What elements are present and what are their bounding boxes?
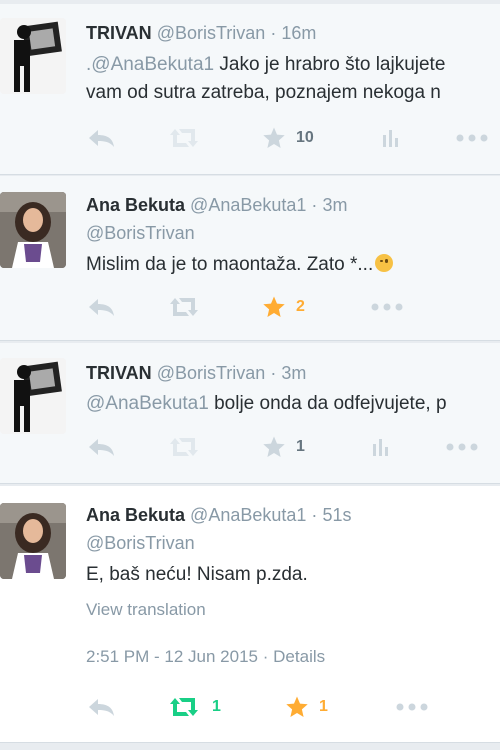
separator: · <box>270 363 277 383</box>
tweet-actions: 1 <box>0 432 500 462</box>
retweet-button[interactable] <box>166 123 202 153</box>
reply-button[interactable] <box>86 123 116 153</box>
tweet-meta: 2:51 PM - 12 Jun 2015 · Details <box>86 647 325 667</box>
more-icon <box>396 703 428 711</box>
retweet-count: 1 <box>212 698 221 715</box>
favorite-count: 1 <box>319 698 328 715</box>
avatar[interactable] <box>0 503 66 579</box>
details-link[interactable]: Details <box>273 647 325 666</box>
tweet-actions: 10 <box>0 123 500 153</box>
timeline: TRIVAN @BorisTrivan · 16m .@AnaBekuta1 J… <box>0 0 500 750</box>
more-icon <box>371 303 403 311</box>
mention-link[interactable]: @AnaBekuta1 <box>91 54 214 75</box>
mention-link[interactable]: @AnaBekuta1 <box>86 393 209 414</box>
stats-button[interactable] <box>370 432 392 462</box>
focused-tweet[interactable]: Ana Bekuta @AnaBekuta1 · 51s @BorisTriva… <box>0 486 500 743</box>
more-button[interactable] <box>445 432 479 462</box>
text-body: bolje onda da odfejvujete, p <box>208 393 447 414</box>
stats-icon <box>373 439 388 456</box>
tweet-text: .@AnaBekuta1 Jako je hrabro što lajkujet… <box>86 52 445 77</box>
more-button[interactable] <box>455 123 489 153</box>
separator: · <box>270 23 277 43</box>
author-username[interactable]: @AnaBekuta1 <box>190 195 306 215</box>
tweet-text: Mislim da je to maontaža. Zato *... <box>86 252 394 277</box>
separator: · <box>262 647 269 666</box>
tweet-time[interactable]: 51s <box>322 505 351 525</box>
retweet-button[interactable] <box>166 292 202 322</box>
author-name[interactable]: TRIVAN <box>86 363 152 383</box>
favorite-button[interactable]: 10 <box>262 123 314 153</box>
tweet-time[interactable]: 3m <box>322 195 347 215</box>
reply-button[interactable] <box>86 692 116 722</box>
tweet-text: E, baš neću! Nisam p.zda. <box>86 564 308 585</box>
reply-icon <box>89 699 114 716</box>
avatar[interactable] <box>0 192 66 268</box>
tweet[interactable]: TRIVAN @BorisTrivan · 16m .@AnaBekuta1 J… <box>0 4 500 175</box>
tweet-actions: 2 <box>0 292 500 322</box>
favorite-button[interactable]: 1 <box>285 692 328 722</box>
view-translation-link[interactable]: View translation <box>86 600 206 620</box>
tweet-header: Ana Bekuta @AnaBekuta1 · 51s <box>86 504 351 526</box>
tweet-header: TRIVAN @BorisTrivan · 3m <box>86 362 306 384</box>
reply-button[interactable] <box>86 292 116 322</box>
more-button[interactable] <box>395 692 429 722</box>
reply-to-mention[interactable]: @BorisTrivan <box>86 533 195 554</box>
reply-button[interactable] <box>86 432 116 462</box>
more-icon <box>456 134 488 142</box>
tweet-text-line2: vam od sutra zatreba, poznajem nekoga n <box>86 82 441 103</box>
retweet-button[interactable] <box>166 432 202 462</box>
retweet-icon <box>170 129 198 147</box>
favorite-count: 1 <box>296 438 305 455</box>
favorite-count: 10 <box>296 129 314 146</box>
retweet-icon <box>170 298 198 316</box>
stats-icon <box>383 130 398 147</box>
favorite-count: 2 <box>296 298 305 315</box>
winking-face-icon <box>375 254 394 272</box>
reply-icon <box>89 439 114 456</box>
more-icon <box>446 443 478 451</box>
reply-icon <box>89 299 114 316</box>
author-username[interactable]: @BorisTrivan <box>157 363 266 383</box>
author-username[interactable]: @BorisTrivan <box>157 23 266 43</box>
tweet-actions: 1 1 <box>0 692 500 722</box>
reply-to-mention[interactable]: @BorisTrivan <box>86 223 195 244</box>
retweet-icon <box>170 438 198 456</box>
author-name[interactable]: Ana Bekuta <box>86 195 185 215</box>
tweet-time[interactable]: 16m <box>281 23 316 43</box>
tweet[interactable]: Ana Bekuta @AnaBekuta1 · 3m @BorisTrivan… <box>0 176 500 341</box>
favorite-icon <box>263 296 285 317</box>
author-name[interactable]: Ana Bekuta <box>86 505 185 525</box>
tweet-timestamp[interactable]: 2:51 PM - 12 Jun 2015 <box>86 647 258 666</box>
author-username[interactable]: @AnaBekuta1 <box>190 505 306 525</box>
tweet[interactable]: TRIVAN @BorisTrivan · 3m @AnaBekuta1 bol… <box>0 343 500 484</box>
favorite-button[interactable]: 2 <box>262 292 305 322</box>
tweet-header: Ana Bekuta @AnaBekuta1 · 3m <box>86 194 347 216</box>
favorite-button[interactable]: 1 <box>262 432 305 462</box>
tweet-text: @AnaBekuta1 bolje onda da odfejvujete, p <box>86 391 447 416</box>
separator: · <box>311 505 318 525</box>
tweet-time[interactable]: 3m <box>281 363 306 383</box>
avatar[interactable] <box>0 358 66 434</box>
reply-icon <box>89 130 114 147</box>
stats-button[interactable] <box>380 123 402 153</box>
retweet-button[interactable]: 1 <box>166 692 221 722</box>
favorite-icon <box>263 436 285 457</box>
text-body: Mislim da je to maontaža. Zato *... <box>86 254 374 275</box>
tweet-header: TRIVAN @BorisTrivan · 16m <box>86 22 316 44</box>
favorite-icon <box>286 696 308 717</box>
retweet-icon <box>170 698 198 716</box>
author-name[interactable]: TRIVAN <box>86 23 152 43</box>
favorite-icon <box>263 127 285 148</box>
text-body: Jako je hrabro što lajkujete <box>214 54 446 75</box>
avatar[interactable] <box>0 18 66 94</box>
more-button[interactable] <box>370 292 404 322</box>
separator: · <box>311 195 318 215</box>
